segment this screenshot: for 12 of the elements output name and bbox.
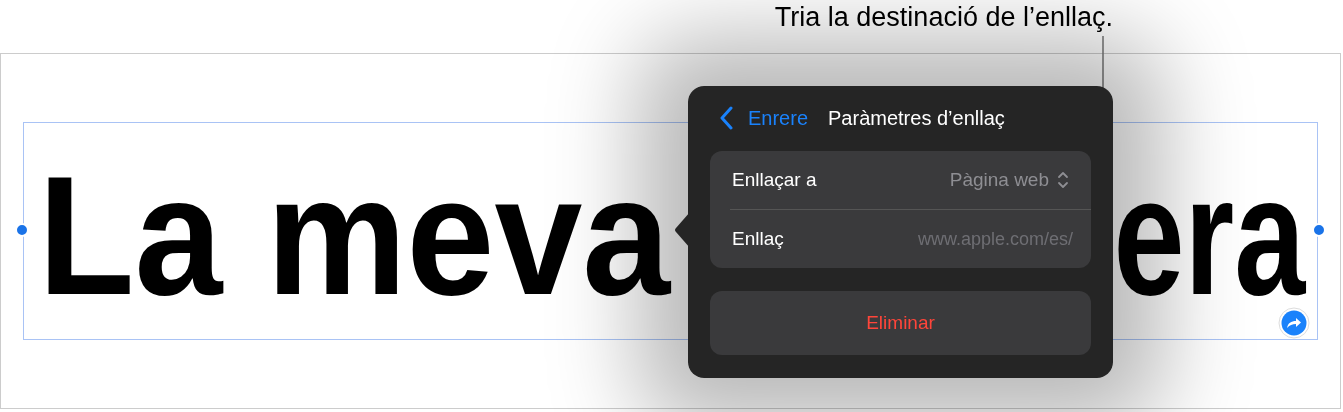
row-label: Enllaç xyxy=(732,228,784,250)
callout-text: Tria la destinació de l’enllaç. xyxy=(774,1,1113,33)
heading-text: era xyxy=(1113,172,1305,308)
up-down-chevron-icon xyxy=(1057,170,1069,190)
chevron-left-icon xyxy=(720,106,734,130)
row-label: Enllaçar a xyxy=(732,169,817,191)
heading-text: La meva xyxy=(38,172,671,308)
link-arrow-icon[interactable] xyxy=(1278,307,1310,339)
resize-handle[interactable] xyxy=(1312,223,1326,237)
resize-handle[interactable] xyxy=(15,223,29,237)
link-type-picker[interactable]: Pàgina web xyxy=(949,169,1073,191)
delete-button[interactable]: Eliminar xyxy=(710,291,1091,355)
